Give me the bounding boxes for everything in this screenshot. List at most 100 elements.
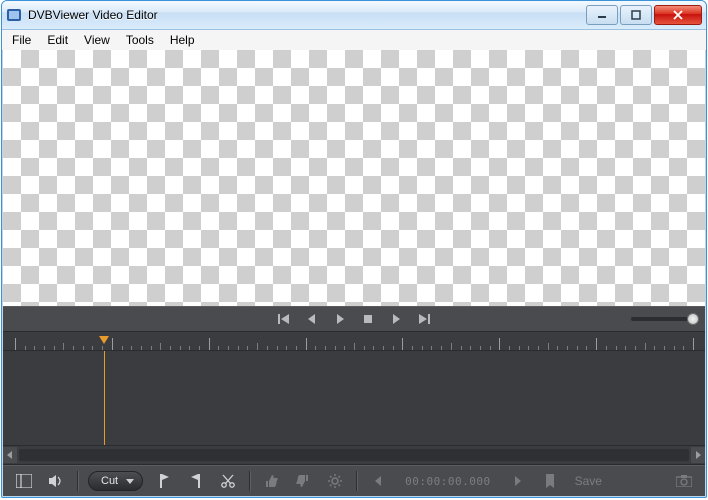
- save-button[interactable]: Save: [571, 474, 602, 488]
- playhead-line: [104, 351, 105, 445]
- ruler-tick: [664, 346, 665, 350]
- ruler-tick: [683, 346, 684, 350]
- ruler-tick: [73, 346, 74, 350]
- snapshot-button[interactable]: [673, 471, 695, 491]
- ruler-tick: [170, 346, 171, 350]
- timeline-tracks[interactable]: [3, 351, 705, 446]
- chevron-down-icon: [126, 479, 134, 484]
- ruler-tick: [441, 346, 442, 350]
- ruler-tick: [393, 346, 394, 350]
- client-area: Cut: [3, 50, 705, 496]
- ruler-tick: [373, 346, 374, 350]
- nav-left-button[interactable]: [3, 447, 17, 463]
- play-button[interactable]: [333, 312, 347, 326]
- ruler-tick: [63, 343, 64, 350]
- audio-mute-button[interactable]: [45, 471, 67, 491]
- ruler-tick: [548, 343, 549, 350]
- menu-file[interactable]: File: [4, 30, 39, 50]
- ruler-tick: [490, 346, 491, 350]
- ruler-tick: [199, 346, 200, 350]
- step-forward-button[interactable]: [389, 312, 403, 326]
- ruler-tick: [296, 346, 297, 350]
- nav-track[interactable]: [19, 449, 689, 461]
- ruler-tick: [122, 346, 123, 350]
- menu-edit[interactable]: Edit: [39, 30, 76, 50]
- ruler-tick: [160, 343, 161, 350]
- next-marker-button[interactable]: [507, 471, 529, 491]
- ruler-tick: [606, 346, 607, 350]
- mode-selector[interactable]: Cut: [88, 471, 143, 491]
- transport-controls: [277, 312, 431, 326]
- ruler-tick: [267, 346, 268, 350]
- app-icon: [6, 7, 22, 23]
- maximize-button[interactable]: [620, 5, 652, 25]
- playhead-handle[interactable]: [99, 336, 109, 344]
- ruler-tick: [364, 346, 365, 350]
- ruler-tick: [412, 346, 413, 350]
- titlebar[interactable]: DVBViewer Video Editor: [2, 1, 706, 30]
- menubar: File Edit View Tools Help: [2, 30, 706, 51]
- ruler-tick: [451, 343, 452, 350]
- ruler-tick: [480, 346, 481, 350]
- ruler-tick: [238, 346, 239, 350]
- close-button[interactable]: [654, 5, 702, 25]
- menu-view[interactable]: View: [76, 30, 118, 50]
- ruler-tick: [189, 346, 190, 350]
- ruler-tick: [277, 346, 278, 350]
- timecode-display: 00:00:00.000: [399, 475, 496, 488]
- ruler-tick: [83, 346, 84, 350]
- mode-label: Cut: [101, 472, 118, 490]
- ruler-tick: [209, 338, 210, 350]
- ruler-tick: [92, 346, 93, 350]
- zoom-slider[interactable]: [631, 317, 697, 321]
- ruler-tick: [344, 346, 345, 350]
- minimize-button[interactable]: [586, 5, 618, 25]
- ruler-tick: [247, 346, 248, 350]
- ruler-tick: [645, 343, 646, 350]
- bookmark-button[interactable]: [539, 471, 561, 491]
- ruler-tick: [557, 346, 558, 350]
- window-title: DVBViewer Video Editor: [28, 8, 584, 22]
- ruler-tick: [286, 346, 287, 350]
- thumb-down-button[interactable]: [292, 471, 314, 491]
- timeline-navigator: [3, 446, 705, 465]
- project-panel-button[interactable]: [13, 471, 35, 491]
- ruler-tick: [15, 338, 16, 350]
- menu-help[interactable]: Help: [162, 30, 203, 50]
- menu-tools[interactable]: Tools: [118, 30, 162, 50]
- timeline-ruler[interactable]: [3, 332, 705, 351]
- nav-right-button[interactable]: [691, 447, 705, 463]
- ruler-tick: [383, 346, 384, 350]
- ruler-tick: [141, 346, 142, 350]
- prev-marker-button[interactable]: [367, 471, 389, 491]
- scissors-button[interactable]: [217, 471, 239, 491]
- go-end-button[interactable]: [417, 312, 431, 326]
- separator: [77, 471, 78, 491]
- step-back-button[interactable]: [305, 312, 319, 326]
- ruler-tick: [528, 346, 529, 350]
- settings-button[interactable]: [324, 471, 346, 491]
- stop-button[interactable]: [361, 312, 375, 326]
- window-controls: [584, 5, 702, 25]
- ruler-tick: [674, 346, 675, 350]
- ruler-tick: [315, 346, 316, 350]
- ruler-tick: [616, 346, 617, 350]
- thumb-up-button[interactable]: [260, 471, 282, 491]
- mark-out-button[interactable]: [185, 471, 207, 491]
- ruler-tick: [218, 346, 219, 350]
- ruler-tick: [354, 343, 355, 350]
- ruler-tick: [635, 346, 636, 350]
- ruler-tick: [567, 346, 568, 350]
- video-preview[interactable]: [3, 50, 705, 306]
- transport-bar: [3, 306, 705, 332]
- separator: [249, 471, 250, 491]
- ruler-tick: [586, 346, 587, 350]
- ruler-tick: [499, 338, 500, 350]
- ruler-tick: [306, 338, 307, 350]
- ruler-tick: [470, 346, 471, 350]
- go-start-button[interactable]: [277, 312, 291, 326]
- zoom-slider-thumb[interactable]: [687, 313, 699, 325]
- mark-in-button[interactable]: [153, 471, 175, 491]
- ruler-tick: [112, 338, 113, 350]
- ruler-tick: [625, 346, 626, 350]
